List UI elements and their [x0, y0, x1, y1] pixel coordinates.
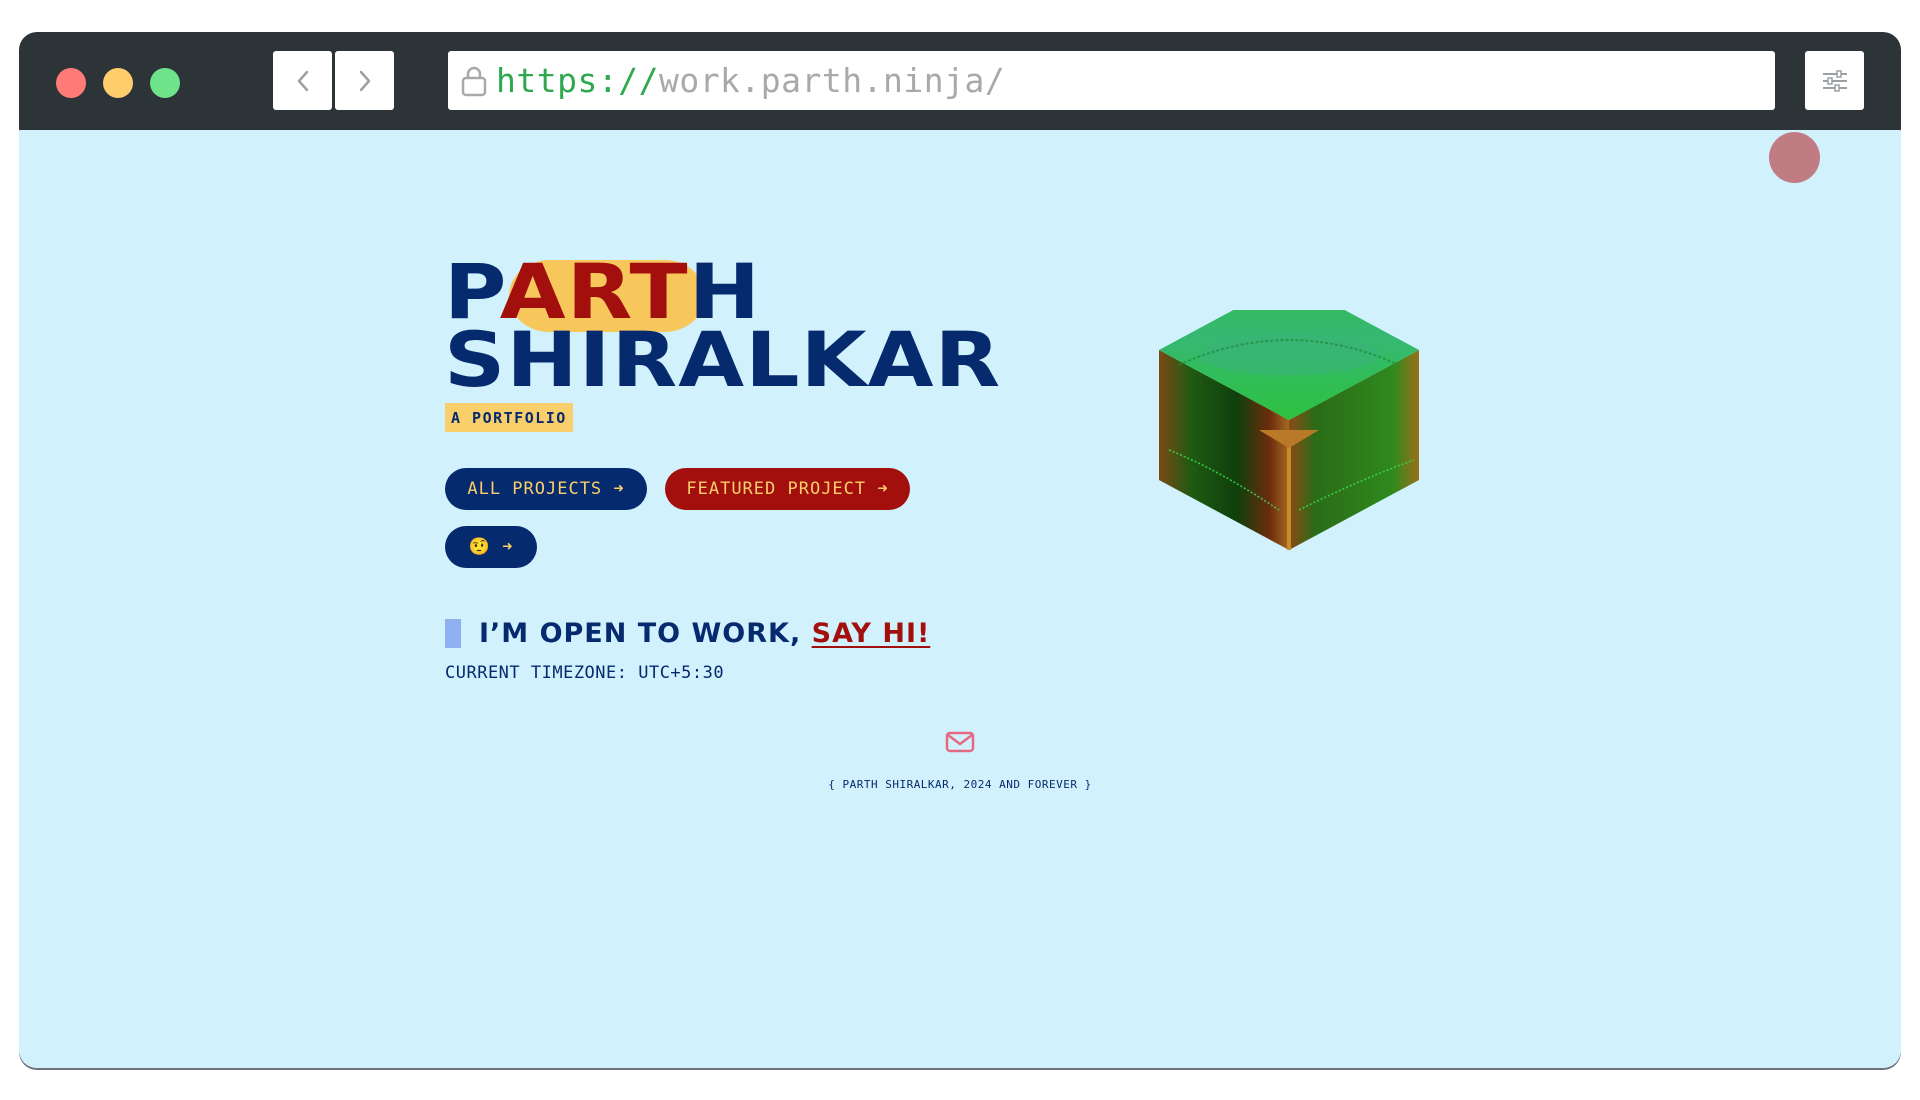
forward-button[interactable] [335, 51, 394, 110]
url-host: work.parth.ninja/ [658, 61, 1006, 100]
name-end: H [688, 247, 762, 336]
back-arrow-icon [297, 70, 308, 91]
url-text: https://work.parth.ninja/ [496, 61, 1005, 100]
portfolio-tag: A PORTFOLIO [445, 403, 573, 432]
maximize-window-button[interactable] [150, 68, 180, 98]
mail-icon[interactable] [945, 730, 975, 754]
emoji-button[interactable]: 🤨 ➜ [445, 526, 537, 568]
url-protocol: https:// [496, 61, 659, 100]
settings-sliders-icon [1822, 69, 1847, 92]
open-to-work-row: I’M OPEN TO WORK, SAY HI! [445, 618, 930, 649]
name-start: P [444, 247, 500, 336]
name-highlight: ART [499, 247, 689, 336]
lock-icon [460, 65, 488, 97]
open-to-work-text: I’M OPEN TO WORK, SAY HI! [479, 618, 930, 649]
cursor-indicator [1769, 132, 1820, 183]
timezone-text: CURRENT TIMEZONE: UTC+5:30 [445, 663, 725, 683]
settings-button[interactable] [1805, 51, 1864, 110]
footer-note: { PARTH SHIRALKAR, 2024 AND FOREVER } [828, 778, 1092, 791]
grass-cube-illustration [1159, 310, 1419, 550]
minimize-window-button[interactable] [103, 68, 133, 98]
name-line-last: SHIRALKAR [444, 315, 1002, 404]
featured-project-button[interactable]: FEATURED PROJECT ➜ [665, 468, 910, 510]
browser-chrome: https://work.parth.ninja/ [19, 32, 1901, 130]
accent-bar [445, 619, 461, 648]
all-projects-button[interactable]: ALL PROJECTS ➜ [445, 468, 647, 510]
back-button[interactable] [273, 51, 332, 110]
close-window-button[interactable] [56, 68, 86, 98]
page-viewport: PARTH SHIRALKAR A PORTFOLIO ALL PROJECTS… [19, 130, 1901, 1068]
forward-arrow-icon [359, 70, 370, 91]
browser-window: https://work.parth.ninja/ PARTH SHIRALKA… [19, 32, 1901, 1068]
say-hi-link[interactable]: SAY HI! [812, 618, 931, 649]
hero-name: PARTH SHIRALKAR [444, 254, 1002, 404]
address-bar[interactable]: https://work.parth.ninja/ [448, 51, 1775, 110]
open-to-work-label: I’M OPEN TO WORK, [479, 618, 812, 649]
